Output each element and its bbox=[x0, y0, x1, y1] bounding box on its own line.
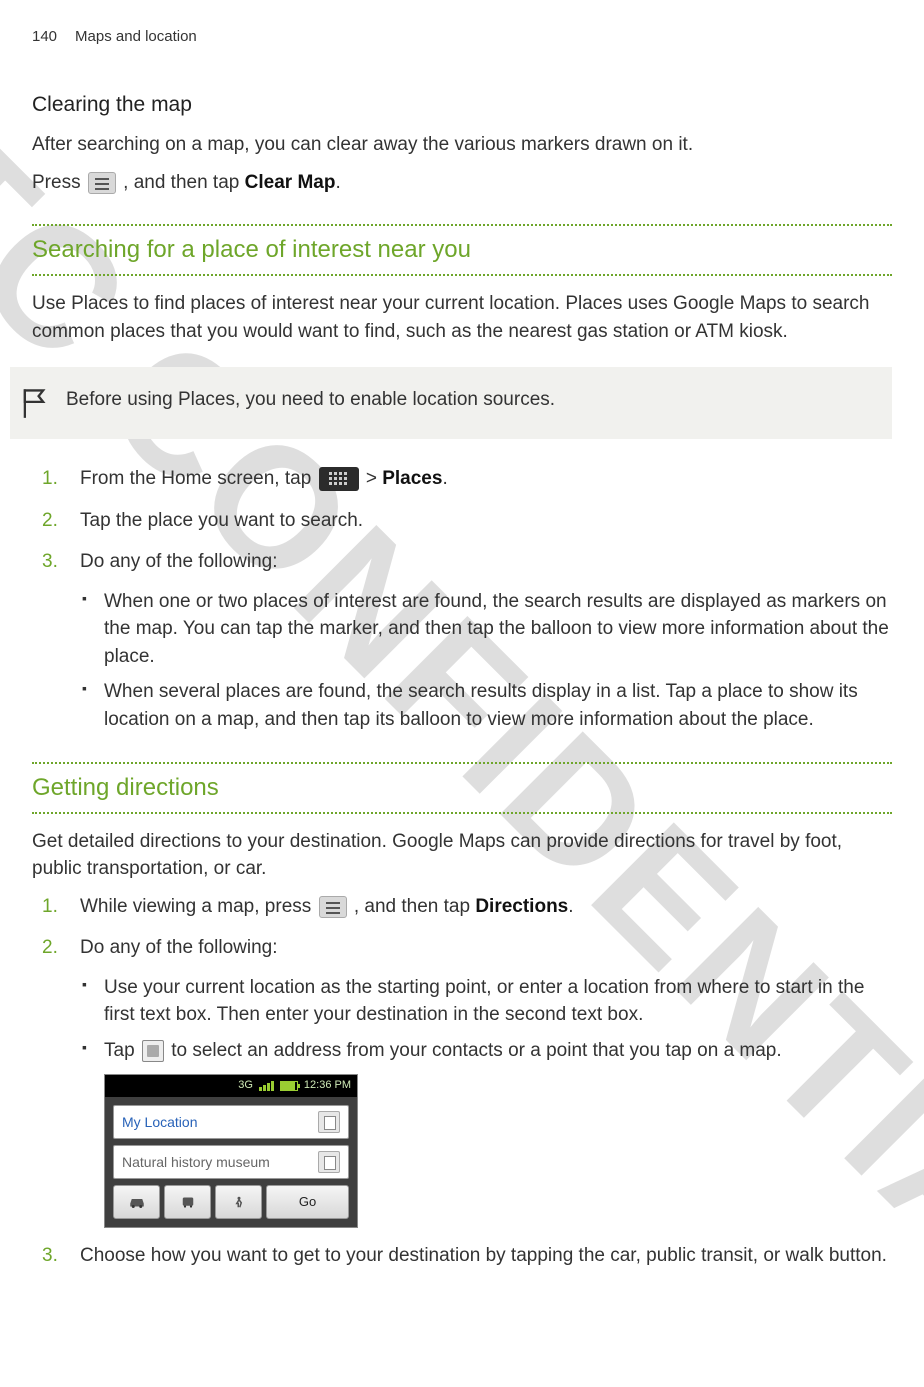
status-3g-label: 3G bbox=[238, 1078, 253, 1094]
bullet-item: Tap to select an address from your conta… bbox=[104, 1037, 892, 1229]
step-item: 2. Tap the place you want to search. bbox=[80, 507, 892, 535]
phone-status-bar: 3G 12:36 PM bbox=[105, 1075, 357, 1097]
step-text: Tap the place you want to search. bbox=[80, 510, 363, 531]
page-number: 140 bbox=[32, 28, 57, 45]
signal-icon bbox=[259, 1081, 274, 1091]
step-number: 1. bbox=[42, 893, 58, 921]
directions-section-title: Getting directions bbox=[32, 770, 892, 806]
step-number: 1. bbox=[42, 465, 58, 493]
directions-intro: Get detailed directions to your destinat… bbox=[32, 828, 892, 883]
directions-label: Directions bbox=[475, 896, 568, 917]
walk-icon bbox=[230, 1195, 248, 1209]
directions-steps: 1. While viewing a map, press , and then… bbox=[32, 893, 892, 1270]
step-item: 1. From the Home screen, tap > Places. bbox=[80, 465, 892, 493]
all-apps-icon bbox=[319, 467, 359, 491]
clear-map-label: Clear Map bbox=[245, 172, 336, 193]
car-icon bbox=[128, 1195, 146, 1209]
text-fragment: to select an address from your contacts … bbox=[171, 1040, 781, 1061]
status-time: 12:36 PM bbox=[304, 1078, 351, 1094]
text-fragment: , and then tap bbox=[123, 172, 245, 193]
step-item: 1. While viewing a map, press , and then… bbox=[80, 893, 892, 921]
bullet-item: Use your current location as the startin… bbox=[104, 974, 892, 1029]
car-button[interactable] bbox=[113, 1185, 160, 1219]
directions-bullets: Use your current location as the startin… bbox=[80, 974, 892, 1229]
directions-phone-screenshot: 3G 12:36 PM My Location Natural hist bbox=[104, 1074, 358, 1228]
clearing-map-instruction: Press , and then tap Clear Map. bbox=[32, 169, 892, 197]
divider bbox=[32, 762, 892, 764]
start-location-field[interactable]: My Location bbox=[113, 1105, 349, 1139]
note-box: Before using Places, you need to enable … bbox=[10, 367, 892, 439]
contact-picker-icon[interactable] bbox=[318, 1111, 340, 1133]
start-location-text: My Location bbox=[122, 1112, 197, 1132]
places-label: Places bbox=[382, 468, 442, 489]
step-number: 3. bbox=[42, 1242, 58, 1270]
menu-icon bbox=[88, 172, 116, 194]
text-fragment: . bbox=[335, 172, 340, 193]
clearing-map-heading: Clearing the map bbox=[32, 93, 892, 117]
contact-picker-icon[interactable] bbox=[318, 1151, 340, 1173]
divider bbox=[32, 224, 892, 226]
step-text: Do any of the following: bbox=[80, 937, 278, 958]
walk-button[interactable] bbox=[215, 1185, 262, 1219]
chapter-title: Maps and location bbox=[75, 28, 197, 45]
note-text: Before using Places, you need to enable … bbox=[66, 387, 555, 414]
clearing-map-desc: After searching on a map, you can clear … bbox=[32, 131, 892, 159]
text-fragment: While viewing a map, press bbox=[80, 896, 317, 917]
text-fragment: From the Home screen, tap bbox=[80, 468, 317, 489]
transit-button[interactable] bbox=[164, 1185, 211, 1219]
destination-text: Natural history museum bbox=[122, 1152, 270, 1172]
step-item: 3. Choose how you want to get to your de… bbox=[80, 1242, 892, 1270]
menu-icon bbox=[319, 896, 347, 918]
places-bullets: When one or two places of interest are f… bbox=[80, 588, 892, 734]
destination-field[interactable]: Natural history museum bbox=[113, 1145, 349, 1179]
text-fragment: > bbox=[366, 468, 382, 489]
step-text: Choose how you want to get to your desti… bbox=[80, 1245, 887, 1266]
bullet-item: When one or two places of interest are f… bbox=[104, 588, 892, 671]
flag-icon bbox=[20, 387, 48, 419]
battery-icon bbox=[280, 1081, 298, 1091]
divider bbox=[32, 274, 892, 276]
text-fragment: . bbox=[568, 896, 573, 917]
step-number: 2. bbox=[42, 507, 58, 535]
bus-icon bbox=[179, 1195, 197, 1209]
places-section-title: Searching for a place of interest near y… bbox=[32, 232, 892, 268]
text-fragment: , and then tap bbox=[354, 896, 476, 917]
text-fragment: . bbox=[442, 468, 447, 489]
contact-picker-icon bbox=[142, 1040, 164, 1062]
go-button[interactable]: Go bbox=[266, 1185, 349, 1219]
step-number: 2. bbox=[42, 934, 58, 962]
text-fragment: Tap bbox=[104, 1040, 140, 1061]
transport-row: Go bbox=[113, 1185, 349, 1219]
step-item: 3. Do any of the following: When one or … bbox=[80, 548, 892, 733]
text-fragment: Press bbox=[32, 172, 86, 193]
places-steps: 1. From the Home screen, tap > Places. 2… bbox=[32, 465, 892, 733]
phone-body: My Location Natural history museum bbox=[105, 1097, 357, 1227]
page-header: 140 Maps and location bbox=[32, 28, 892, 45]
step-number: 3. bbox=[42, 548, 58, 576]
step-item: 2. Do any of the following: Use your cur… bbox=[80, 934, 892, 1228]
bullet-item: When several places are found, the searc… bbox=[104, 678, 892, 733]
step-text: Do any of the following: bbox=[80, 551, 278, 572]
divider bbox=[32, 812, 892, 814]
places-intro: Use Places to find places of interest ne… bbox=[32, 290, 892, 345]
